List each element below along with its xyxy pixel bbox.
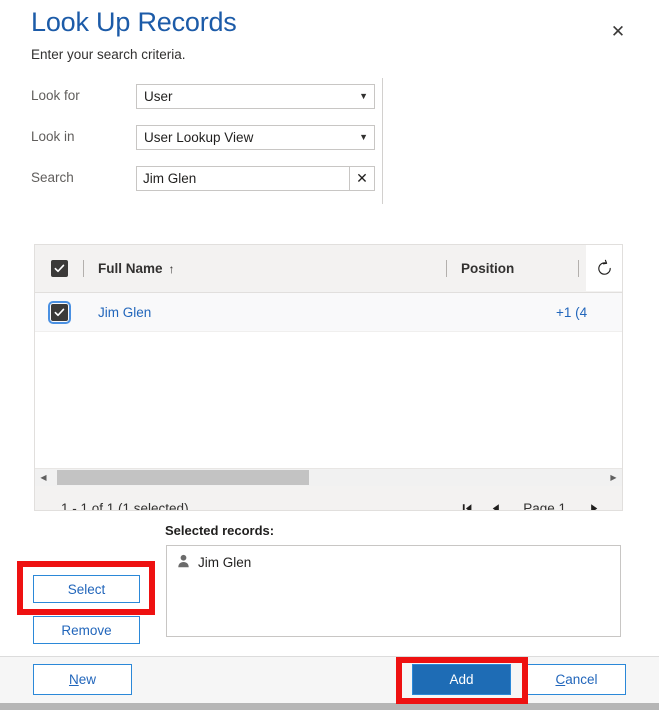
cancel-button-label: ancel [565, 672, 598, 687]
scrollbar-thumb[interactable] [57, 470, 309, 485]
look-in-label: Look in [31, 129, 75, 144]
window-bottom-strip [0, 703, 659, 710]
chevron-right-icon[interactable]: ▶ [605, 469, 622, 486]
chevron-left-icon[interactable]: ◀ [35, 469, 52, 486]
look-for-label: Look for [31, 88, 80, 103]
grid-body: Jim Glen +1 (4 [35, 293, 622, 468]
pager: Page 1 [453, 495, 608, 511]
search-field-wrapper: ✕ [136, 166, 375, 191]
new-button[interactable]: New [33, 664, 132, 695]
page-title: Look Up Records [31, 7, 237, 37]
look-for-value: User [144, 89, 173, 104]
search-label: Search [31, 170, 74, 185]
next-page-icon[interactable] [580, 495, 608, 510]
select-button[interactable]: Select [33, 575, 140, 603]
chevron-down-icon: ▼ [359, 131, 368, 142]
selected-records-label: Selected records: [165, 523, 275, 538]
cell-main-phone[interactable]: +1 (4 [548, 305, 622, 320]
grid-horizontal-scrollbar[interactable]: ◀ ▶ [35, 468, 622, 486]
column-header-full-name-label: Full Name [98, 261, 163, 276]
column-header-position[interactable]: Position [447, 261, 578, 276]
select-all-checkbox[interactable] [50, 260, 68, 277]
scrollbar-track[interactable] [52, 469, 605, 486]
add-button[interactable]: Add [412, 664, 511, 695]
first-page-icon[interactable] [453, 495, 481, 510]
select-all-cell [35, 260, 83, 277]
selected-records-box[interactable]: Jim Glen [166, 545, 621, 637]
table-row[interactable]: Jim Glen +1 (4 [35, 293, 622, 332]
list-item[interactable]: Jim Glen [167, 552, 620, 573]
search-row: Search ✕ [31, 166, 391, 192]
clear-x-icon[interactable]: ✕ [349, 167, 374, 190]
cancel-button[interactable]: Cancel [527, 664, 626, 695]
look-in-select[interactable]: User Lookup View ▼ [136, 125, 375, 150]
prev-page-icon[interactable] [481, 495, 509, 510]
row-checkbox[interactable] [47, 300, 71, 324]
cell-full-name[interactable]: Jim Glen [83, 305, 431, 320]
cancel-button-accesskey: C [555, 672, 566, 687]
look-for-row: Look for User ▼ [31, 84, 391, 110]
search-criteria-section: Look for User ▼ Look in User Lookup View… [0, 78, 659, 208]
column-header-position-label: Position [461, 261, 515, 276]
chevron-down-icon: ▼ [359, 90, 368, 101]
page-label: Page 1 [523, 501, 566, 511]
grid-header-row: Full Name ↑ Position I [35, 245, 622, 293]
refresh-icon[interactable] [586, 245, 622, 291]
column-header-full-name[interactable]: Full Name ↑ [84, 261, 446, 276]
row-select-cell [35, 300, 83, 324]
new-button-accesskey: N [68, 672, 79, 687]
close-icon[interactable]: ✕ [605, 18, 631, 44]
criteria-divider [382, 78, 383, 204]
look-in-row: Look in User Lookup View ▼ [31, 125, 391, 151]
record-count-label: 1 - 1 of 1 (1 selected) [61, 501, 189, 511]
search-input[interactable] [137, 167, 349, 190]
selected-record-name: Jim Glen [198, 555, 252, 570]
grid-footer: 1 - 1 of 1 (1 selected) Page 1 [35, 486, 622, 511]
look-in-value: User Lookup View [144, 130, 254, 145]
sort-ascending-icon: ↑ [168, 261, 175, 276]
results-grid: Full Name ↑ Position I [34, 244, 623, 511]
new-button-label: ew [78, 672, 96, 687]
dialog-subtitle: Enter your search criteria. [31, 47, 186, 62]
remove-button[interactable]: Remove [33, 616, 140, 644]
user-icon [177, 554, 190, 571]
look-for-select[interactable]: User ▼ [136, 84, 375, 109]
